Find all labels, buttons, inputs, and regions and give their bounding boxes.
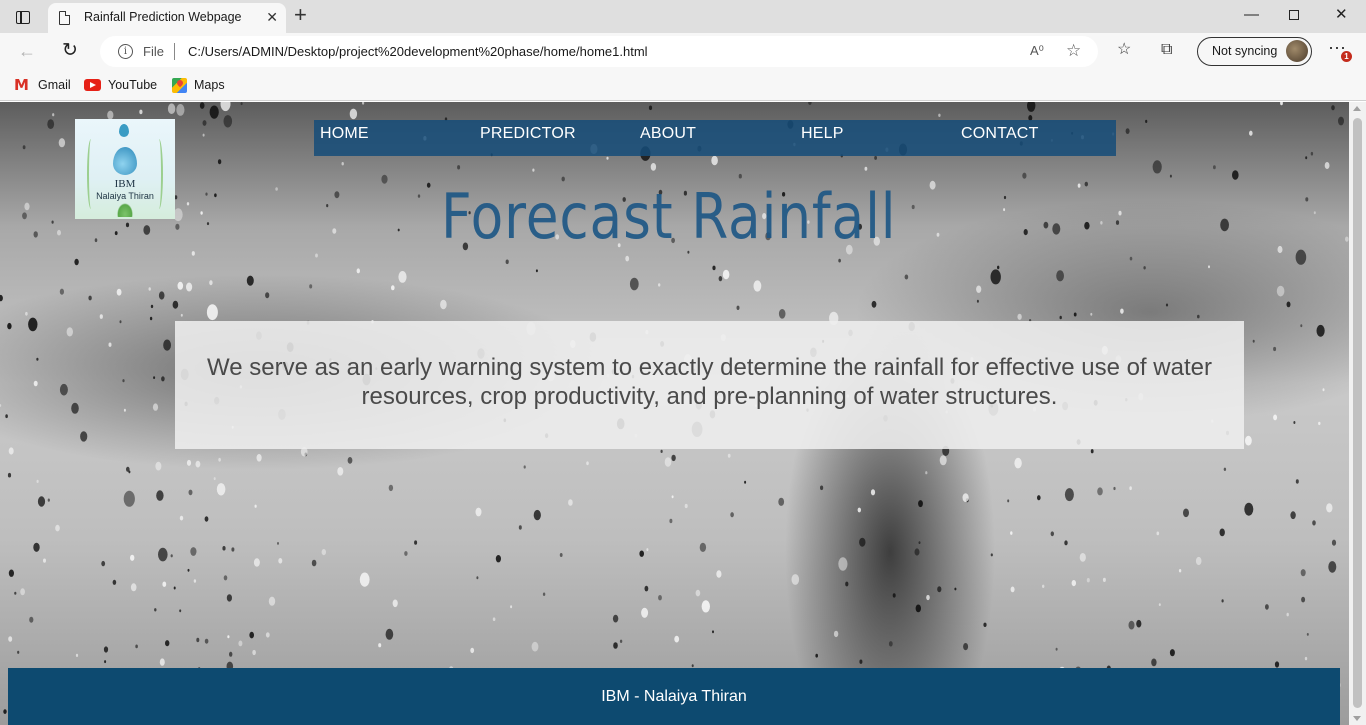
bookmark-youtube[interactable]: YouTube — [84, 76, 157, 94]
browser-toolbar: ← ↻ i File C:/Users/ADMIN/Desktop/projec… — [0, 33, 1366, 70]
scroll-down-arrow-icon[interactable] — [1353, 716, 1361, 721]
tab-actions-button[interactable] — [12, 6, 34, 28]
new-tab-button[interactable]: + — [294, 4, 307, 26]
page-icon — [59, 11, 70, 25]
bookmark-label: Maps — [194, 78, 225, 92]
restore-icon — [1289, 10, 1299, 20]
maps-icon — [172, 77, 187, 93]
logo[interactable]: IBM Nalaiya Thiran — [75, 119, 175, 219]
bookmarks-bar: Gmail YouTube Maps — [0, 70, 1366, 101]
nav-home[interactable]: HOME — [320, 125, 369, 143]
url-text[interactable]: C:/Users/ADMIN/Desktop/project%20develop… — [188, 44, 648, 59]
profile-button[interactable]: Not syncing — [1197, 37, 1312, 66]
bookmark-maps[interactable]: Maps — [172, 76, 225, 94]
add-favorite-icon[interactable]: ☆ — [1066, 41, 1081, 61]
notification-badge: 1 — [1341, 51, 1352, 62]
water-drop-icon — [119, 124, 129, 137]
maximize-button[interactable] — [1289, 6, 1299, 24]
tab-bar: Rainfall Prediction Webpage ✕ + — ✕ — [0, 0, 1366, 33]
logo-text: IBM — [114, 178, 136, 190]
minimize-button[interactable]: — — [1244, 6, 1259, 24]
scheme-label: File — [143, 44, 164, 59]
back-button[interactable]: ← — [18, 40, 36, 62]
address-divider — [174, 43, 175, 60]
footer-text: IBM - Nalaiya Thiran — [601, 688, 747, 705]
favorites-icon[interactable]: ☆ — [1117, 40, 1131, 60]
read-aloud-icon[interactable]: A⁰ — [1030, 43, 1044, 59]
tab-close-icon[interactable]: ✕ — [266, 9, 278, 25]
nav-predictor[interactable]: PREDICTOR — [480, 125, 576, 143]
active-tab[interactable]: Rainfall Prediction Webpage ✕ — [48, 3, 286, 33]
bookmark-label: YouTube — [108, 78, 158, 92]
bookmark-label: Gmail — [38, 78, 71, 92]
info-box: We serve as an early warning system to e… — [175, 321, 1244, 449]
tab-title: Rainfall Prediction Webpage — [84, 10, 242, 24]
window-close-button[interactable]: ✕ — [1335, 6, 1348, 24]
footer: IBM - Nalaiya Thiran — [8, 668, 1340, 725]
collections-icon[interactable]: ⧉ — [1161, 40, 1172, 60]
gmail-icon — [14, 76, 31, 94]
address-bar[interactable]: i File C:/Users/ADMIN/Desktop/project%20… — [100, 36, 1098, 67]
avatar — [1286, 40, 1308, 62]
nav-help[interactable]: HELP — [801, 125, 844, 143]
nav-contact[interactable]: CONTACT — [961, 125, 1039, 143]
water-drop-icon — [113, 147, 137, 175]
page-viewport: IBM Nalaiya Thiran HOME PREDICTOR ABOUT … — [0, 102, 1366, 725]
tab-actions-icon — [16, 10, 30, 24]
vertical-scrollbar[interactable] — [1349, 102, 1366, 725]
page-title: Forecast Rainfall — [441, 180, 897, 253]
youtube-icon — [84, 79, 101, 91]
profile-label: Not syncing — [1212, 44, 1278, 58]
scroll-thumb[interactable] — [1353, 118, 1362, 708]
info-icon[interactable]: i — [118, 44, 133, 59]
scroll-up-arrow-icon[interactable] — [1353, 106, 1361, 111]
bookmark-gmail[interactable]: Gmail — [14, 76, 71, 94]
reload-button[interactable]: ↻ — [62, 40, 78, 62]
site-nav: HOME PREDICTOR ABOUT HELP CONTACT — [314, 120, 1116, 156]
nav-about[interactable]: ABOUT — [640, 125, 696, 143]
logo-subtext: Nalaiya Thiran — [96, 191, 154, 201]
info-text: We serve as an early warning system to e… — [207, 354, 1212, 410]
sprout-icon — [117, 203, 133, 217]
